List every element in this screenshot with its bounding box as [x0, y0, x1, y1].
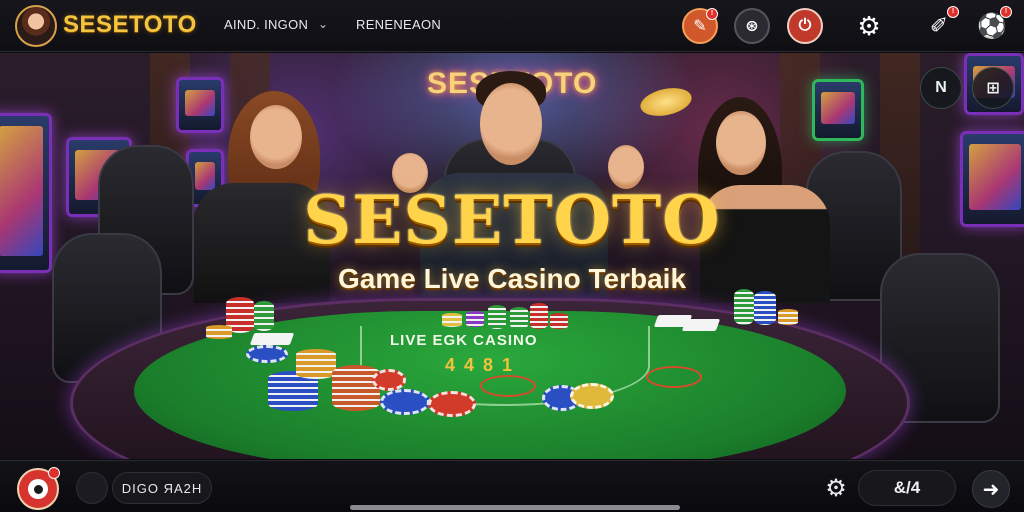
gold-coin [637, 83, 695, 121]
nav-secondary-link[interactable]: RENENEAON [356, 17, 441, 32]
chip-stack [466, 311, 484, 327]
notification-badge [48, 467, 60, 479]
power-icon-glyph: ⏻ [798, 17, 812, 34]
notification-badge: ! [1000, 6, 1012, 18]
chip-stack [442, 313, 462, 327]
notification-badge: ! [947, 6, 959, 18]
record-button[interactable] [17, 467, 60, 510]
chip-stack [254, 301, 274, 331]
chevron-down-icon[interactable]: ⌄ [318, 17, 328, 31]
chip [246, 345, 288, 363]
chip [570, 383, 614, 409]
top-bar: SESETOTO AIND. INGON ⌄ RENENEAON ✎ ! ⊛ ⏻… [0, 0, 1024, 52]
nav-primary-menu[interactable]: AIND. INGON [224, 17, 308, 32]
hero-banner[interactable]: SESETOTO N ⊞ LIVE EGK CASINO 4 4 8 1 [0, 53, 1024, 459]
horizontal-scrollbar[interactable] [350, 505, 680, 510]
chip-stack [530, 303, 548, 329]
grid-plus-icon-glyph: ⊞ [986, 80, 1000, 97]
bet-circle[interactable] [646, 366, 702, 388]
chat-icon-glyph: ⊛ [745, 18, 759, 35]
action-pill-button[interactable]: &/4 [858, 470, 956, 506]
chip-stack [754, 291, 776, 325]
slot-machine [812, 79, 864, 141]
playing-card [249, 333, 295, 345]
notification-badge: ! [706, 8, 718, 20]
bet-circle[interactable] [480, 375, 536, 397]
chip-stack [550, 313, 568, 329]
chip [428, 391, 476, 417]
edit-icon-glyph: ✐ [929, 13, 949, 38]
nk-icon-glyph: N [935, 79, 947, 96]
chip [380, 389, 430, 415]
profile-circle-button[interactable] [76, 472, 108, 504]
hero-subtitle: Game Live Casino Terbaik [337, 263, 687, 294]
chip-stack [778, 309, 798, 325]
soccer-ball-icon[interactable]: ⚽ ! [974, 6, 1012, 44]
chip [372, 369, 406, 391]
felt-numbers: 4 4 8 1 [445, 355, 515, 375]
chat-icon[interactable]: ⊛ [734, 8, 770, 44]
power-icon[interactable]: ⏻ [787, 8, 823, 44]
hero-title: SESETOTO [303, 181, 721, 259]
settings-gear-icon[interactable]: ⚙ [822, 475, 850, 503]
chip-stack [332, 365, 380, 411]
pen-icon[interactable]: ✎ ! [682, 8, 718, 44]
playing-card [681, 319, 721, 331]
gear-icon[interactable]: ⚙ [851, 8, 887, 44]
chip-stack [488, 305, 506, 329]
code-pill-button[interactable]: DIGO ЯA2H [112, 472, 212, 504]
chip-stack [510, 307, 528, 329]
edit-icon[interactable]: ✐ ! [921, 6, 959, 44]
chip-stack [296, 349, 336, 379]
avatar[interactable] [15, 5, 57, 47]
record-icon [28, 479, 48, 499]
brand-logo[interactable]: SESETOTO [63, 11, 197, 39]
chip-stack [206, 325, 232, 339]
grid-plus-icon[interactable]: ⊞ [972, 67, 1014, 109]
slot-machine [176, 77, 224, 133]
gear-icon-glyph: ⚙ [857, 10, 881, 41]
pen-icon-glyph: ✎ [693, 18, 707, 35]
nk-icon[interactable]: N [920, 67, 962, 109]
felt-label: LIVE EGK CASINO [390, 332, 538, 349]
arrow-right-icon[interactable]: ➜ [972, 470, 1010, 508]
